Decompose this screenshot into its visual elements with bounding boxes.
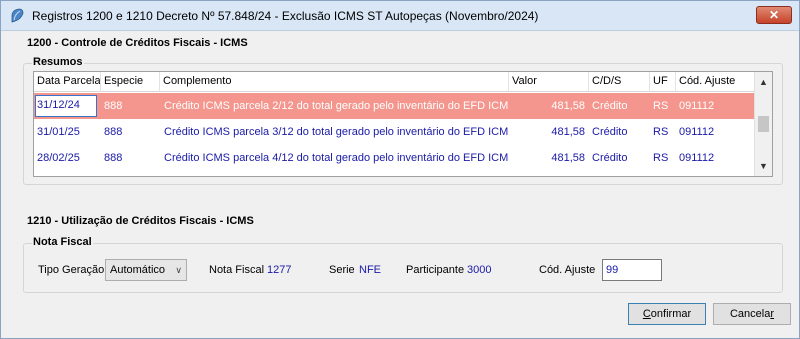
cod-ajuste-input[interactable]: [602, 259, 662, 281]
table-row[interactable]: 31/01/25 888 Crédito ICMS parcela 3/12 d…: [34, 119, 754, 145]
tipo-geracao-label: Tipo Geração: [38, 264, 105, 276]
grid-header: Data Parcela Especie Complemento Valor C…: [34, 72, 754, 92]
table-row[interactable]: 31/12/24 888 Crédito ICMS parcela 2/12 d…: [34, 93, 754, 119]
app-icon: [11, 8, 24, 23]
cod-ajuste-label: Cód. Ajuste: [539, 264, 596, 276]
cell-uf: RS: [653, 100, 669, 112]
column-header-uf[interactable]: UF: [650, 72, 676, 92]
nota-fiscal-label: Nota Fiscal: [32, 236, 93, 248]
column-header-valor[interactable]: Valor: [509, 72, 589, 92]
close-icon: ✕: [768, 8, 780, 22]
cell-complemento: Crédito ICMS parcela 4/12 do total gerad…: [164, 152, 509, 164]
cell-cds: Crédito: [592, 126, 628, 138]
tipo-geracao-value: Automático: [110, 264, 166, 276]
cell-valor: 481,58: [551, 126, 585, 138]
title-bar[interactable]: Registros 1200 e 1210 Decreto Nº 57.848/…: [1, 1, 799, 31]
window-title: Registros 1200 e 1210 Decreto Nº 57.848/…: [32, 9, 539, 23]
chevron-down-icon[interactable]: ∨: [175, 260, 182, 280]
dialog-window: Registros 1200 e 1210 Decreto Nº 57.848/…: [0, 0, 800, 339]
section-1200-title: 1200 - Controle de Créditos Fiscais - IC…: [27, 37, 248, 49]
cell-especie: 888: [104, 152, 123, 164]
nota-fiscal-value: 1277: [267, 264, 292, 276]
data-parcela-editor[interactable]: 31/12/24: [35, 95, 97, 117]
cell-complemento: Crédito ICMS parcela 3/12 do total gerad…: [164, 126, 509, 138]
scroll-up-icon[interactable]: ▲: [755, 74, 772, 91]
cell-cod-ajuste: 091112: [679, 152, 715, 164]
cell-data-parcela: 31/01/25: [37, 126, 80, 138]
vertical-scrollbar[interactable]: ▲ ▼: [754, 72, 772, 176]
serie-value: NFE: [359, 264, 381, 276]
cancelar-label: Cancela: [729, 308, 771, 320]
cell-uf: RS: [653, 126, 669, 138]
cell-cod-ajuste: 091112: [679, 126, 715, 138]
cancelar-button[interactable]: Cancelar: [713, 303, 791, 325]
column-header-cds[interactable]: C/D/S: [589, 72, 650, 92]
section-1210-title: 1210 - Utilização de Créditos Fiscais - …: [27, 215, 254, 227]
cell-cds: Crédito: [592, 100, 628, 112]
close-button[interactable]: ✕: [756, 6, 792, 24]
cell-cds: Crédito: [592, 152, 628, 164]
cell-uf: RS: [653, 152, 669, 164]
cell-complemento: Crédito ICMS parcela 2/12 do total gerad…: [164, 100, 509, 112]
cell-valor: 481,58: [551, 152, 585, 164]
participante-value: 3000: [467, 264, 492, 276]
cell-especie: 888: [104, 126, 123, 138]
scroll-down-icon[interactable]: ▼: [755, 158, 772, 175]
tipo-geracao-select[interactable]: Automático ∨: [105, 259, 187, 281]
cancelar-mnemonic: r: [770, 308, 775, 320]
cell-data-parcela: 28/02/25: [37, 152, 80, 164]
column-header-especie[interactable]: Especie: [101, 72, 160, 92]
serie-label: Serie: [329, 264, 355, 276]
confirmar-label: onfirmar: [650, 308, 692, 320]
confirmar-mnemonic: C: [642, 308, 651, 320]
cell-valor: 481,58: [551, 100, 585, 112]
participante-label: Participante: [406, 264, 465, 276]
cell-especie: 888: [104, 100, 123, 112]
nota-fiscal-field-label: Nota Fiscal: [209, 264, 265, 276]
resumos-grid[interactable]: Data Parcela Especie Complemento Valor C…: [33, 71, 773, 177]
column-header-complemento[interactable]: Complemento: [160, 72, 509, 92]
confirmar-button[interactable]: Confirmar: [628, 303, 706, 325]
scroll-thumb[interactable]: [758, 116, 769, 132]
resumos-label: Resumos: [32, 56, 84, 68]
column-header-cod-ajuste[interactable]: Cód. Ajuste: [676, 72, 754, 92]
cell-cod-ajuste: 091112: [679, 100, 715, 112]
column-header-data-parcela[interactable]: Data Parcela: [34, 72, 101, 92]
table-row[interactable]: 28/02/25 888 Crédito ICMS parcela 4/12 d…: [34, 145, 754, 171]
